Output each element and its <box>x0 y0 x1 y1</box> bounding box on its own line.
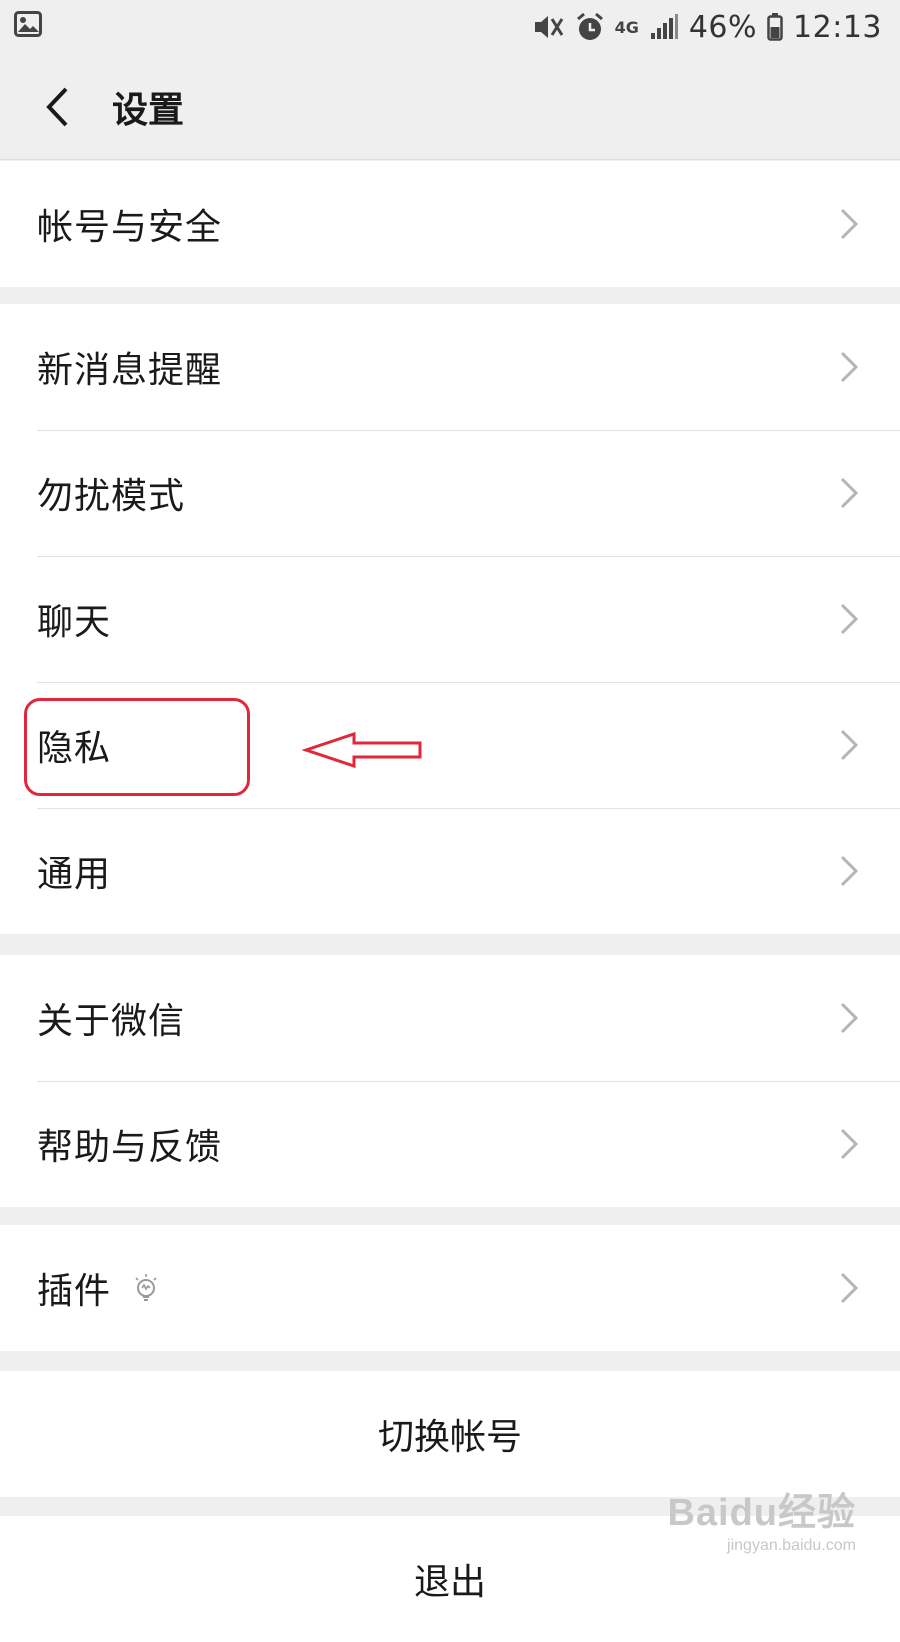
nav-bar: 设置 <box>0 54 900 160</box>
switch-account-button[interactable]: 切换帐号 <box>0 1371 900 1497</box>
settings-group-about: 关于微信 帮助与反馈 <box>0 955 900 1207</box>
watermark-brand: Baidu经验 <box>667 1492 856 1534</box>
settings-item-label: 帐号与安全 <box>37 207 223 248</box>
chevron-right-icon <box>840 603 859 635</box>
chevron-right-icon <box>840 729 859 761</box>
chevron-right-icon <box>840 1002 859 1034</box>
settings-item-label: 插件 <box>37 1271 112 1312</box>
settings-item-label: 通用 <box>37 854 112 895</box>
chevron-right-icon <box>840 855 859 887</box>
settings-item-chat[interactable]: 聊天 <box>0 556 900 682</box>
chevron-right-icon <box>840 351 859 383</box>
chevron-left-icon <box>46 87 68 126</box>
battery-icon <box>767 13 783 41</box>
mute-vibrate-icon <box>531 13 565 41</box>
settings-item-help-feedback[interactable]: 帮助与反馈 <box>0 1081 900 1207</box>
settings-group-plugins: 插件 <box>0 1225 900 1351</box>
alarm-icon <box>575 12 605 42</box>
chevron-right-icon <box>840 477 859 509</box>
settings-item-label: 新消息提醒 <box>37 350 223 391</box>
chevron-right-icon <box>840 208 859 240</box>
battery-percent: 46% <box>688 9 758 45</box>
settings-item-label: 聊天 <box>37 602 112 643</box>
settings-item-label: 帮助与反馈 <box>37 1127 223 1168</box>
signal-icon <box>649 13 679 41</box>
settings-group-main: 新消息提醒 勿扰模式 聊天 隐私 通用 <box>0 304 900 934</box>
settings-item-label: 关于微信 <box>37 1001 186 1042</box>
settings-group-account: 帐号与安全 <box>0 161 900 287</box>
settings-item-general[interactable]: 通用 <box>0 808 900 934</box>
baidu-watermark: Baidu经验 jingyan.baidu.com <box>667 1494 856 1554</box>
chevron-right-icon <box>840 1128 859 1160</box>
page-title: 设置 <box>112 89 185 131</box>
status-bar: 4G 46% 12:13 <box>0 0 900 54</box>
red-arrow-icon <box>302 731 422 769</box>
chevron-right-icon <box>840 1272 859 1304</box>
settings-item-plugins[interactable]: 插件 <box>0 1225 900 1351</box>
privacy-highlight-box <box>24 698 250 796</box>
settings-item-label: 勿扰模式 <box>37 476 186 517</box>
clock: 12:13 <box>793 9 882 45</box>
settings-item-about-wechat[interactable]: 关于微信 <box>0 955 900 1081</box>
settings-item-notifications[interactable]: 新消息提醒 <box>0 304 900 430</box>
lightbulb-icon <box>133 1273 159 1303</box>
network-type: 4G <box>614 17 639 37</box>
watermark-url: jingyan.baidu.com <box>727 1537 856 1554</box>
settings-item-do-not-disturb[interactable]: 勿扰模式 <box>0 430 900 556</box>
settings-item-account-security[interactable]: 帐号与安全 <box>0 161 900 287</box>
back-button[interactable] <box>22 72 92 142</box>
gallery-icon <box>14 10 42 45</box>
